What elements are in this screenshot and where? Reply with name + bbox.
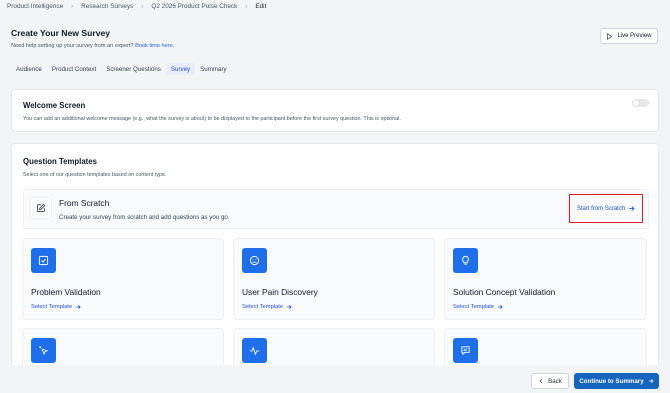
chevron-right-icon: › [245,3,248,10]
tab-product-context[interactable]: Product Context [47,63,101,75]
from-scratch-title: From Scratch [59,198,110,208]
play-icon [607,32,613,40]
tab-summary[interactable]: Summary [195,63,231,75]
welcome-screen-title: Welcome Screen [23,101,86,110]
help-text-label: Need help setting up your survey from an… [11,43,134,49]
pointer-click-icon [31,338,56,363]
from-scratch-option: From Scratch Create your survey from scr… [23,189,649,229]
checkbox-icon [31,248,56,273]
template-title: Problem Validation [31,287,101,297]
select-template-label: Select Template [31,304,73,310]
chevron-left-icon [539,378,543,384]
template-card-6[interactable] [444,328,647,365]
continue-to-summary-button[interactable]: Continue to Summary [574,373,659,389]
arrow-right-icon [498,304,503,310]
breadcrumb: Product Intelligence › Research Surveys … [7,2,266,11]
template-title: User Pain Discovery [242,287,318,297]
arrow-right-icon [629,206,635,211]
arrow-right-icon [648,378,654,384]
breadcrumb-research-surveys[interactable]: Research Surveys [81,3,133,10]
question-templates-description: Select one of our question templates bas… [23,172,167,178]
book-time-link[interactable]: Book time here. [135,43,174,49]
tab-bar: Audience Product Context Screener Questi… [11,63,232,75]
activity-icon [242,338,267,363]
tab-audience[interactable]: Audience [11,63,47,75]
lightbulb-icon [453,248,478,273]
select-template-link[interactable]: Select Template [242,304,292,310]
template-card-problem-validation[interactable]: Problem Validation Select Template [22,238,224,320]
template-card-4[interactable] [22,328,224,365]
template-card-user-pain-discovery[interactable]: User Pain Discovery Select Template [233,238,435,320]
breadcrumb-product-intelligence[interactable]: Product Intelligence [7,3,63,10]
frown-face-icon [242,248,267,273]
chevron-right-icon: › [141,3,144,10]
page-title: Create Your New Survey [11,28,111,38]
breadcrumb-current: Edit [255,3,267,10]
live-preview-label: Live Preview [617,33,652,39]
select-template-label: Select Template [453,304,495,310]
chevron-right-icon: › [71,3,74,10]
start-from-scratch-label: Start from Scratch [576,205,626,212]
continue-label: Continue to Summary [579,377,644,385]
tab-survey[interactable]: Survey [165,63,196,75]
template-card-solution-concept-validation[interactable]: Solution Concept Validation Select Templ… [444,238,647,320]
message-icon [453,338,478,363]
back-button[interactable]: Back [531,373,569,389]
arrow-right-icon [287,304,292,310]
arrow-right-icon [76,304,81,310]
from-scratch-description: Create your survey from scratch and add … [59,214,230,221]
select-template-link[interactable]: Select Template [31,304,81,310]
select-template-label: Select Template [242,304,284,310]
tab-screener-questions[interactable]: Screener Questions [101,63,166,75]
toggle-knob [633,100,639,106]
welcome-screen-card: Welcome Screen You can add an additional… [11,89,659,132]
template-title: Solution Concept Validation [453,287,556,297]
breadcrumb-survey-name[interactable]: Q2 2026 Product Pulse Check [151,3,237,10]
live-preview-button[interactable]: Live Preview [600,28,658,44]
start-from-scratch-button[interactable]: Start from Scratch [569,194,643,223]
back-label: Back [548,377,562,385]
question-templates-title: Question Templates [23,157,97,166]
edit-icon [30,197,52,219]
select-template-link[interactable]: Select Template [453,304,503,310]
help-text: Need help setting up your survey from an… [11,43,174,49]
template-card-5[interactable] [233,328,435,365]
welcome-screen-toggle[interactable] [632,99,649,107]
welcome-screen-description: You can add an additional welcome messag… [23,116,401,122]
